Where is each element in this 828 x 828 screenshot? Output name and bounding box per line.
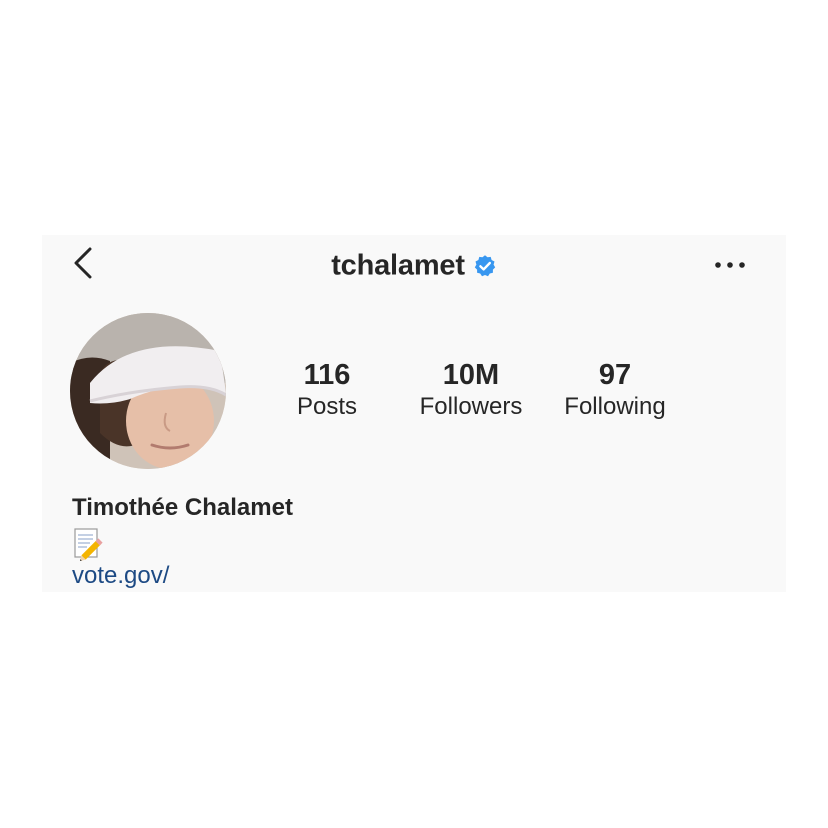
header-title: tchalamet	[42, 247, 786, 282]
stat-posts[interactable]: 116 Posts	[257, 358, 397, 422]
full-name: Timothée Chalamet	[72, 494, 293, 521]
stat-value: 10M	[442, 359, 500, 391]
bio-link[interactable]: vote.gov/	[72, 561, 169, 591]
profile-avatar[interactable]	[70, 313, 226, 469]
verified-badge-icon	[473, 252, 497, 277]
stat-followers[interactable]: 10M Followers	[401, 358, 541, 422]
stat-label: Posts	[296, 393, 358, 420]
profile-panel: tchalamet 116 Posts 10M Followers 97 Fol…	[42, 235, 786, 592]
profile-header: tchalamet	[42, 235, 786, 295]
more-horizontal-icon	[715, 262, 745, 268]
stat-value: 97	[598, 359, 632, 391]
memo-pencil-icon	[72, 527, 106, 562]
more-options-button[interactable]	[710, 249, 750, 281]
stat-following[interactable]: 97 Following	[545, 358, 685, 422]
stat-value: 116	[303, 359, 351, 391]
stat-label: Following	[564, 393, 666, 420]
username: tchalamet	[331, 249, 465, 282]
stat-label: Followers	[419, 393, 523, 420]
